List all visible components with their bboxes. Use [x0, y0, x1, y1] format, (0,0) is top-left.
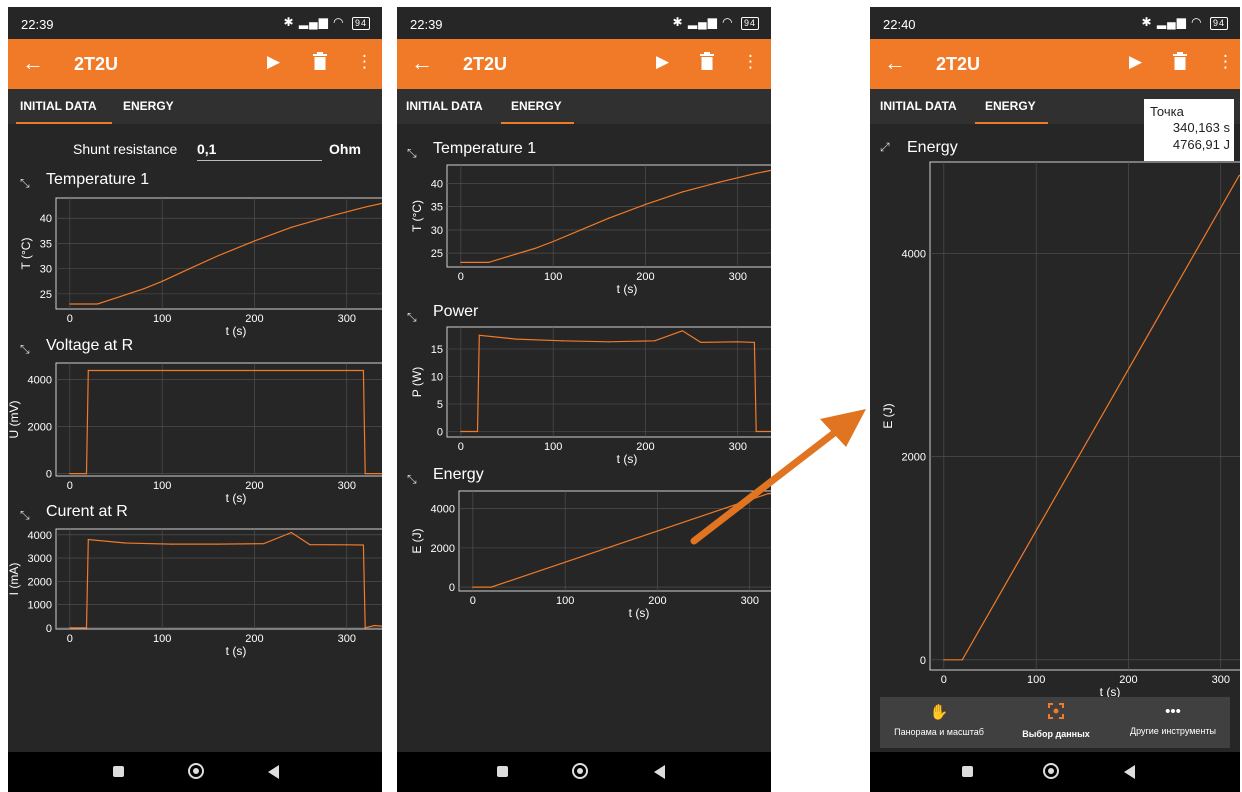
- annotation-arrow: [690, 409, 866, 545]
